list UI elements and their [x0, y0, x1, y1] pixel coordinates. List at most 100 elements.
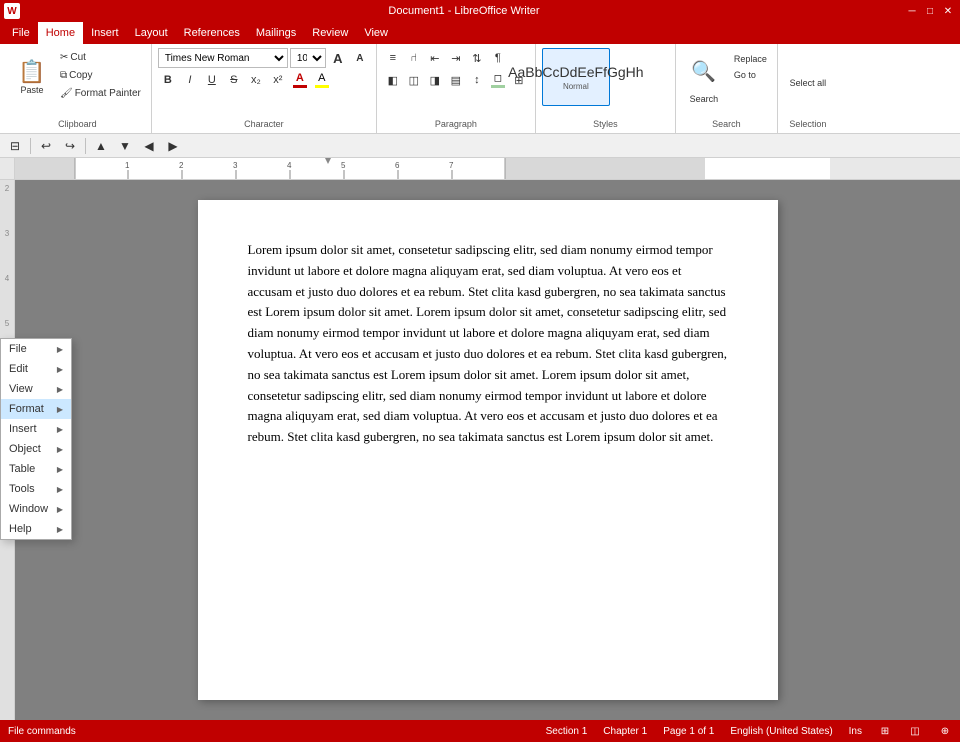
menu-item-tools[interactable]: Tools ▶	[1, 479, 71, 499]
search-label: Search	[690, 94, 719, 104]
svg-text:6: 6	[395, 161, 400, 170]
menu-item-object[interactable]: Object ▶	[1, 439, 71, 459]
indent-decrease-button[interactable]: ⇤	[425, 48, 445, 68]
status-language: English (United States)	[730, 726, 832, 737]
grow-font-button[interactable]: A	[328, 48, 348, 68]
status-commands: File commands	[8, 726, 76, 737]
strikethrough-button[interactable]: S	[224, 70, 244, 90]
paragraph-group: ≡ ⑁ ⇤ ⇥ ⇅ ¶ ◧ ◫ ◨ ▤ ↕ ◻ ⊞ Paragraph	[377, 44, 536, 133]
align-right-button[interactable]: ◨	[425, 70, 445, 90]
menu-item-file[interactable]: File ▶	[1, 339, 71, 359]
shrink-font-button[interactable]: A	[350, 48, 370, 68]
font-size-select[interactable]: 10	[290, 48, 326, 68]
status-chapter: Chapter 1	[603, 726, 647, 737]
window-title: Document1 - LibreOffice Writer	[24, 5, 904, 17]
menu-mailings[interactable]: Mailings	[248, 22, 304, 44]
toolbar-view-toggle[interactable]: ⊟	[4, 136, 26, 156]
selection-group: Select all Selection	[778, 44, 838, 133]
menu-item-insert[interactable]: Insert ▶	[1, 419, 71, 439]
toolbar-nav-down[interactable]: ▼	[114, 136, 136, 156]
select-all-button[interactable]: Select all	[784, 75, 832, 91]
shading-button[interactable]: ◻	[488, 70, 508, 90]
show-marks-button[interactable]: ¶	[488, 48, 508, 68]
replace-button[interactable]: Replace	[730, 52, 771, 66]
tools-arrow: ▶	[57, 485, 63, 494]
clipboard-group: 📋 Paste ✂ Cut ⧉ Copy 🖌 Format Painter Cl…	[4, 44, 152, 133]
goto-button[interactable]: Go to	[730, 68, 771, 82]
maximize-button[interactable]: □	[922, 4, 938, 18]
minimize-button[interactable]: ─	[904, 4, 920, 18]
status-icon-grid[interactable]: ⊞	[878, 724, 892, 738]
window-controls: ─ □ ✕	[904, 4, 956, 18]
numbering-button[interactable]: ⑁	[404, 48, 424, 68]
menu-item-table[interactable]: Table ▶	[1, 459, 71, 479]
italic-button[interactable]: I	[180, 70, 200, 90]
indent-increase-button[interactable]: ⇥	[446, 48, 466, 68]
close-button[interactable]: ✕	[940, 4, 956, 18]
shading-icon: ◻	[494, 73, 502, 84]
highlight-color-button[interactable]: A	[312, 70, 332, 90]
align-center-button[interactable]: ◫	[404, 70, 424, 90]
copy-button[interactable]: ⧉ Copy	[56, 66, 145, 84]
ruler-mark-3: 3	[5, 227, 9, 272]
underline-button[interactable]: U	[202, 70, 222, 90]
horizontal-ruler: 1 2 3 4 5 6 7	[15, 158, 830, 179]
ribbon: 📋 Paste ✂ Cut ⧉ Copy 🖌 Format Painter Cl…	[0, 44, 960, 134]
toolbar-nav-left[interactable]: ◀	[138, 136, 160, 156]
menu-insert[interactable]: Insert	[83, 22, 127, 44]
clipboard-label: Clipboard	[10, 117, 145, 129]
style-normal-label: Normal	[563, 82, 589, 91]
font-label: Character	[158, 117, 370, 129]
search-button[interactable]: 🔍	[682, 48, 726, 94]
toolbar-redo[interactable]: ↪	[59, 136, 81, 156]
font-color-bar	[293, 85, 307, 88]
subscript-button[interactable]: x₂	[246, 70, 266, 90]
menu-references[interactable]: References	[176, 22, 248, 44]
object-arrow: ▶	[57, 445, 63, 454]
format-painter-button[interactable]: 🖌 Format Painter	[56, 84, 145, 102]
status-icon-zoom[interactable]: ⊕	[938, 724, 952, 738]
toolbar-sep-2	[85, 138, 86, 154]
svg-text:3: 3	[233, 161, 238, 170]
font-name-select[interactable]: Times New Roman	[158, 48, 288, 68]
menu-layout[interactable]: Layout	[127, 22, 176, 44]
style-normal[interactable]: AaBbCcDdEeFfGgHh Normal	[542, 48, 610, 106]
ruler-right	[830, 158, 960, 179]
app-icon: W	[4, 3, 20, 19]
bullets-button[interactable]: ≡	[383, 48, 403, 68]
shading-bar	[491, 85, 505, 88]
toolbar-nav-right[interactable]: ▶	[162, 136, 184, 156]
menu-review[interactable]: Review	[304, 22, 356, 44]
cut-button[interactable]: ✂ Cut	[56, 48, 145, 66]
superscript-button[interactable]: x²	[268, 70, 288, 90]
menu-item-view[interactable]: View ▶	[1, 379, 71, 399]
menu-item-format[interactable]: Format ▶	[1, 399, 71, 419]
highlight-icon: A	[318, 72, 325, 84]
justify-button[interactable]: ▤	[446, 70, 466, 90]
status-icon-view[interactable]: ◫	[908, 724, 922, 738]
sort-button[interactable]: ⇅	[467, 48, 487, 68]
font-group: Times New Roman 10 A A B I U S x₂ x² A A…	[152, 44, 377, 133]
clipboard-small-buttons: ✂ Cut ⧉ Copy 🖌 Format Painter	[56, 48, 145, 102]
document-area: Lorem ipsum dolor sit amet, consetetur s…	[15, 180, 960, 720]
menu-file[interactable]: File	[4, 22, 38, 44]
status-page: Page 1 of 1	[663, 726, 714, 737]
svg-text:2: 2	[179, 161, 184, 170]
menu-view[interactable]: View	[356, 22, 396, 44]
line-spacing-button[interactable]: ↕	[467, 70, 487, 90]
font-color-button[interactable]: A	[290, 70, 310, 90]
menu-item-window[interactable]: Window ▶	[1, 499, 71, 519]
bold-button[interactable]: B	[158, 70, 178, 90]
title-bar: W Document1 - LibreOffice Writer ─ □ ✕	[0, 0, 960, 22]
paragraph-label: Paragraph	[383, 117, 529, 129]
menu-item-edit[interactable]: Edit ▶	[1, 359, 71, 379]
menu-bar: File Home Insert Layout References Maili…	[0, 22, 960, 44]
toolbar-undo[interactable]: ↩	[35, 136, 57, 156]
align-left-button[interactable]: ◧	[383, 70, 403, 90]
menu-home[interactable]: Home	[38, 22, 83, 44]
document-page: Lorem ipsum dolor sit amet, consetetur s…	[198, 200, 778, 700]
paste-button[interactable]: 📋 Paste	[10, 48, 54, 106]
style-normal-preview: AaBbCcDdEeFfGgHh	[508, 64, 643, 80]
menu-item-help[interactable]: Help ▶	[1, 519, 71, 539]
toolbar-nav-up[interactable]: ▲	[90, 136, 112, 156]
